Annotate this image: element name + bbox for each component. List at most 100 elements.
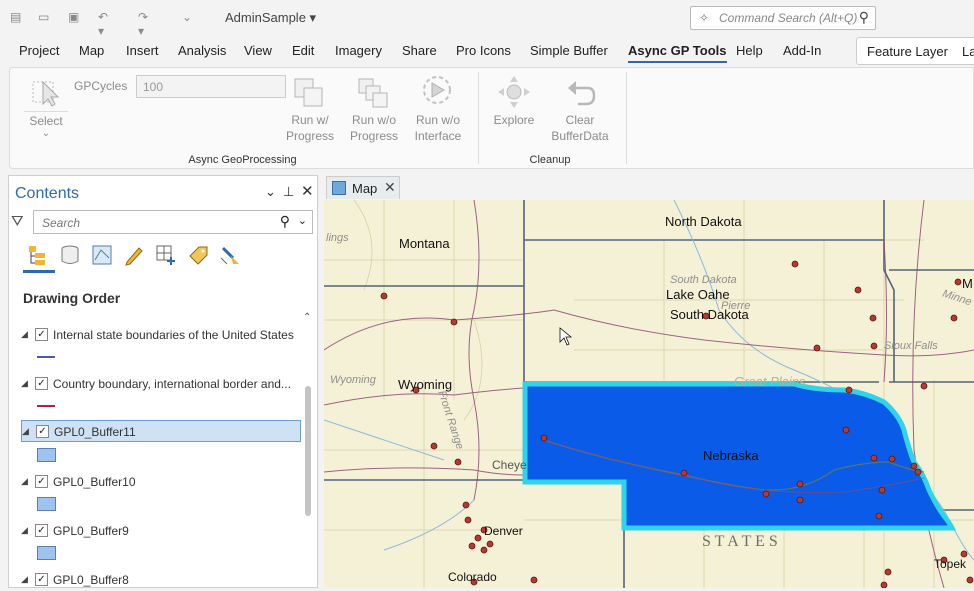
fill-symbol[interactable] <box>37 546 56 560</box>
group-cleanup: Cleanup <box>529 154 571 166</box>
command-search-input[interactable]: ✧ Command Search (Alt+Q) ⚲ <box>690 6 876 30</box>
tab-imagery[interactable]: Imagery <box>335 43 382 58</box>
map-label: Cheye <box>492 458 527 472</box>
run-no-interface-button[interactable]: Run w/o Interface <box>410 112 466 144</box>
save-icon[interactable]: ▣ <box>68 10 84 24</box>
layer-visibility-checkbox[interactable]: ✓ <box>35 573 48 586</box>
layer-row[interactable]: ◢ ✓ Internal state boundaries of the Uni… <box>21 324 301 346</box>
gpcycles-input[interactable]: 100 <box>136 75 286 98</box>
layer-visibility-checkbox[interactable]: ✓ <box>35 328 48 341</box>
expand-triangle-icon[interactable]: ◢ <box>22 426 29 437</box>
tab-add-in[interactable]: Add-In <box>783 43 821 58</box>
layer-row-selected[interactable]: ◢ ✓ GPL0_Buffer11 <box>21 420 301 442</box>
layer-name[interactable]: Country boundary, international border a… <box>53 377 291 391</box>
clear-bufferdata-button[interactable]: Clear BufferData <box>544 112 616 144</box>
search-icon[interactable]: ⚲ <box>859 9 869 26</box>
map-label: Topek <box>934 557 967 571</box>
title-bar: ▤ ▭ ▣ ↶ ▾ ↷ ▾ ⌄ AdminSample ▾ ✧ Command … <box>0 0 974 38</box>
ribbon: Select ⌄ GPCycles 100 Run w/ Progress Ru… <box>9 67 974 169</box>
tab-feature-layer[interactable]: Feature Layer <box>867 44 948 59</box>
layer-visibility-checkbox[interactable]: ✓ <box>35 475 48 488</box>
map-view-tab[interactable]: Map ✕ <box>326 176 400 199</box>
layer-name[interactable]: GPL0_Buffer10 <box>53 475 136 489</box>
map-label: Colorado <box>448 570 497 584</box>
line-symbol[interactable] <box>37 356 55 358</box>
contents-search-input[interactable]: Search ⚲ ⌄ <box>33 210 313 234</box>
ribbon-divider <box>478 72 479 164</box>
tab-view[interactable]: View <box>244 43 272 58</box>
map-label: Great Plains <box>734 374 806 389</box>
project-title[interactable]: AdminSample ▾ <box>225 10 316 26</box>
layer-row[interactable]: ◢ ✓ GPL0_Buffer9 <box>21 520 301 542</box>
basemap <box>324 200 974 588</box>
fill-symbol[interactable] <box>37 448 56 462</box>
chevron-down-icon[interactable]: ⌄ <box>38 126 54 142</box>
tab-help[interactable]: Help <box>736 43 763 58</box>
run-progress-icon[interactable] <box>292 76 326 110</box>
close-icon[interactable]: ✕ <box>384 179 396 196</box>
layer-name[interactable]: GPL0_Buffer11 <box>54 425 136 439</box>
list-by-labeling-icon[interactable] <box>187 244 209 266</box>
explore-button[interactable]: Explore <box>488 112 540 128</box>
list-by-drawing-order-icon[interactable] <box>27 244 49 266</box>
map-label: North Dakota <box>665 214 742 229</box>
map-view[interactable]: North Dakota Montana lings South Dakota … <box>324 200 974 588</box>
chevron-down-icon[interactable]: ⌄ <box>265 184 276 200</box>
expand-triangle-icon[interactable]: ◢ <box>21 574 28 585</box>
expand-triangle-icon[interactable]: ◢ <box>21 476 28 487</box>
tab-labeling[interactable]: La <box>962 44 974 59</box>
list-by-source-icon[interactable] <box>59 244 81 266</box>
fill-symbol[interactable] <box>37 497 56 511</box>
map-tab-label[interactable]: Map <box>352 181 377 196</box>
clear-buffer-icon[interactable] <box>564 76 598 108</box>
tab-share[interactable]: Share <box>402 43 437 58</box>
scrollbar-thumb[interactable] <box>305 386 311 516</box>
layer-visibility-checkbox[interactable]: ✓ <box>35 377 48 390</box>
undo-icon[interactable]: ↶ ▾ <box>98 10 114 38</box>
layer-visibility-checkbox[interactable]: ✓ <box>35 524 48 537</box>
expand-triangle-icon[interactable]: ◢ <box>21 329 28 340</box>
close-icon[interactable]: ✕ <box>301 182 314 200</box>
line-symbol[interactable] <box>37 405 55 407</box>
search-icon[interactable]: ⚲ <box>280 213 290 230</box>
open-project-icon[interactable]: ▭ <box>38 10 54 24</box>
customize-toolbar-icon[interactable]: ⌄ <box>182 10 198 24</box>
chevron-down-icon[interactable]: ⌄ <box>298 214 307 227</box>
tab-simple-buffer[interactable]: Simple Buffer <box>530 43 608 58</box>
expand-triangle-icon[interactable]: ◢ <box>21 525 28 536</box>
layer-visibility-checkbox[interactable]: ✓ <box>36 425 49 438</box>
select-tool-icon[interactable] <box>30 76 62 108</box>
layer-name[interactable]: Internal state boundaries of the United … <box>53 328 294 342</box>
run-no-progress-icon[interactable] <box>356 76 390 110</box>
new-project-icon[interactable]: ▤ <box>10 10 26 24</box>
list-by-editing-icon[interactable] <box>123 244 145 266</box>
map-label: lings <box>326 232 349 244</box>
tab-map[interactable]: Map <box>79 43 104 58</box>
run-no-progress-button[interactable]: Run w/o Progress <box>346 112 402 144</box>
tab-pro-icons[interactable]: Pro Icons <box>456 43 511 58</box>
list-by-selection-icon[interactable] <box>91 244 113 266</box>
tab-edit[interactable]: Edit <box>292 43 314 58</box>
tab-project[interactable]: Project <box>19 43 59 58</box>
layer-name[interactable]: GPL0_Buffer9 <box>53 524 129 538</box>
redo-icon[interactable]: ↷ ▾ <box>138 10 154 38</box>
run-progress-button[interactable]: Run w/ Progress <box>282 112 338 144</box>
map-icon <box>332 181 346 195</box>
gpcycles-label: GPCycles <box>74 79 128 93</box>
explore-icon[interactable] <box>496 74 532 110</box>
tab-async-gp-tools[interactable]: Async GP Tools <box>628 43 727 63</box>
map-label: Nebraska <box>703 448 759 463</box>
scroll-up-icon[interactable]: ⌃ <box>303 312 311 323</box>
layer-row[interactable]: ◢ ✓ Country boundary, international bord… <box>21 373 301 395</box>
contents-scrollbar[interactable]: ⌃ <box>303 312 313 588</box>
list-by-snapping-icon[interactable] <box>155 244 177 266</box>
list-by-perspective-icon[interactable] <box>219 244 241 266</box>
run-no-interface-icon[interactable] <box>420 74 454 110</box>
layer-row[interactable]: ◢ ✓ GPL0_Buffer10 <box>21 471 301 493</box>
tab-analysis[interactable]: Analysis <box>178 43 226 58</box>
expand-triangle-icon[interactable]: ◢ <box>21 378 28 389</box>
filter-icon[interactable]: ⛛ <box>11 213 24 230</box>
pin-icon[interactable]: ⊥ <box>283 184 294 200</box>
layer-name[interactable]: GPL0_Buffer8 <box>53 573 129 587</box>
tab-insert[interactable]: Insert <box>126 43 159 58</box>
